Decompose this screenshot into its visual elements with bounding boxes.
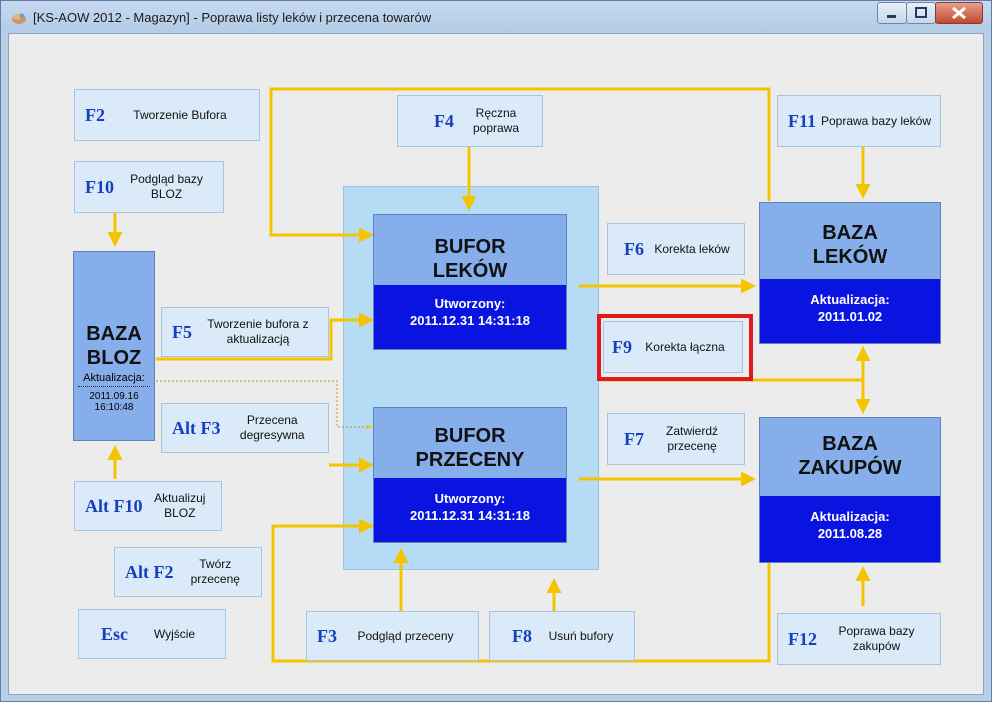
baza-lekow-title-2: LEKÓW xyxy=(812,246,888,268)
key-description: Korekta leków xyxy=(654,241,730,256)
key-description: Ręczna poprawa xyxy=(472,106,520,135)
key-label: F8 xyxy=(512,625,532,646)
key-label: F3 xyxy=(317,625,337,646)
key-label: Alt F2 xyxy=(125,561,174,582)
selected-highlight xyxy=(597,314,753,381)
bufor-lekow-status: Utworzony: 2011.12.31 14:31:18 xyxy=(374,285,566,349)
key-label: Esc xyxy=(101,623,128,644)
key-description: Wyjście xyxy=(153,626,196,641)
key-description: Usuń bufory xyxy=(548,628,614,643)
f3-preview-discount-button[interactable]: F3 Podgląd przeceny xyxy=(306,611,479,661)
key-description: Tworzenie Bufora xyxy=(133,107,227,122)
baza-zakupow-update-label: Aktualizacja: xyxy=(810,509,890,524)
key-label: F7 xyxy=(624,428,644,449)
bloz-update-time: 16:10:48 xyxy=(94,402,134,413)
key-description: Poprawa bazy zakupów xyxy=(838,624,915,653)
bufor-przeceny-created-label: Utworzony: xyxy=(434,491,506,506)
bufor-przeceny-title-1: BUFOR xyxy=(434,425,506,447)
app-window: [KS-AOW 2012 - Magazyn] - Poprawa listy … xyxy=(0,0,992,702)
f7-confirm-discount-button[interactable]: F7 Zatwierdź przecenę xyxy=(607,413,745,465)
key-label: Alt F3 xyxy=(172,417,221,438)
baza-lekow-status: Aktualizacja: 2011.01.02 xyxy=(760,279,940,343)
f8-delete-buffers-button[interactable]: F8 Usuń bufory xyxy=(489,611,635,661)
altf3-degressive-discount-button[interactable]: Alt F3 Przecena degresywna xyxy=(161,403,329,453)
baza-bloz-box[interactable]: BAZA BLOZ Aktualizacja: 2011.09.16 16:10… xyxy=(73,251,155,441)
bloz-update-label: Aktualizacja: xyxy=(83,372,145,384)
f5-create-buffer-update-button[interactable]: F5 Tworzenie bufora z aktualizacją xyxy=(161,307,329,357)
baza-zakupow-box[interactable]: BAZA ZAKUPÓW Aktualizacja: 2011.08.28 xyxy=(759,417,941,563)
f11-fix-drug-base-button[interactable]: F11 Poprawa bazy leków xyxy=(777,95,941,147)
bufor-lekow-created-date: 2011.12.31 14:31:18 xyxy=(410,313,530,328)
bufor-przeceny-box[interactable]: BUFOR PRZECENY Utworzony: 2011.12.31 14:… xyxy=(373,407,567,543)
baza-zakupow-update-date: 2011.08.28 xyxy=(817,526,883,541)
key-description: Tworzenie bufora z aktualizacją xyxy=(207,317,309,346)
key-label: F10 xyxy=(85,176,114,197)
f12-fix-purchase-base-button[interactable]: F12 Poprawa bazy zakupów xyxy=(777,613,941,665)
baza-lekow-update-date: 2011.01.02 xyxy=(817,309,883,324)
altf2-create-discount-button[interactable]: Alt F2 Twórz przecenę xyxy=(114,547,262,597)
baza-lekow-box[interactable]: BAZA LEKÓW Aktualizacja: 2011.01.02 xyxy=(759,202,941,344)
f2-create-buffer-button[interactable]: F2 Tworzenie Bufora xyxy=(74,89,260,141)
key-label: F11 xyxy=(788,110,817,131)
bufor-przeceny-created-date: 2011.12.31 14:31:18 xyxy=(410,508,530,523)
bufor-lekow-title-2: LEKÓW xyxy=(432,260,508,282)
baza-zakupow-status: Aktualizacja: 2011.08.28 xyxy=(760,496,940,562)
key-label: F6 xyxy=(624,238,644,259)
key-description: Przecena degresywna xyxy=(239,413,305,442)
bloz-title-1: BAZA xyxy=(86,323,142,345)
key-description: Poprawa bazy leków xyxy=(820,113,932,128)
f4-manual-correction-button[interactable]: F4 Ręczna poprawa xyxy=(397,95,543,147)
baza-lekow-title-1: BAZA xyxy=(822,222,878,244)
bufor-lekow-created-label: Utworzony: xyxy=(434,296,506,311)
key-description: Podgląd przeceny xyxy=(357,628,454,643)
key-label: F2 xyxy=(85,104,105,125)
bufor-lekow-box[interactable]: BUFOR LEKÓW Utworzony: 2011.12.31 14:31:… xyxy=(373,214,567,350)
key-label: F12 xyxy=(788,628,817,649)
baza-zakupow-title-1: BAZA xyxy=(822,433,878,455)
altf10-update-bloz-button[interactable]: Alt F10 Aktualizuj BLOZ xyxy=(74,481,222,531)
baza-lekow-update-label: Aktualizacja: xyxy=(810,292,890,307)
key-description: Zatwierdź przecenę xyxy=(665,424,718,453)
bufor-przeceny-title-2: PRZECENY xyxy=(415,449,525,471)
bloz-title-2: BLOZ xyxy=(86,347,142,369)
key-label: Alt F10 xyxy=(85,495,143,516)
key-description: Twórz przecenę xyxy=(190,557,240,586)
bufor-przeceny-status: Utworzony: 2011.12.31 14:31:18 xyxy=(374,478,566,542)
f6-drug-correction-button[interactable]: F6 Korekta leków xyxy=(607,223,745,275)
key-label: F5 xyxy=(172,321,192,342)
key-label: F4 xyxy=(434,110,454,131)
bloz-update-date: 2011.09.16 xyxy=(89,391,139,402)
f10-view-bloz-button[interactable]: F10 Podgląd bazy BLOZ xyxy=(74,161,224,213)
key-description: Podgląd bazy BLOZ xyxy=(130,172,203,201)
bufor-lekow-title-1: BUFOR xyxy=(434,236,506,258)
esc-exit-button[interactable]: Esc Wyjście xyxy=(78,609,226,659)
baza-zakupow-title-2: ZAKUPÓW xyxy=(798,457,902,479)
key-description: Aktualizuj BLOZ xyxy=(154,491,206,520)
